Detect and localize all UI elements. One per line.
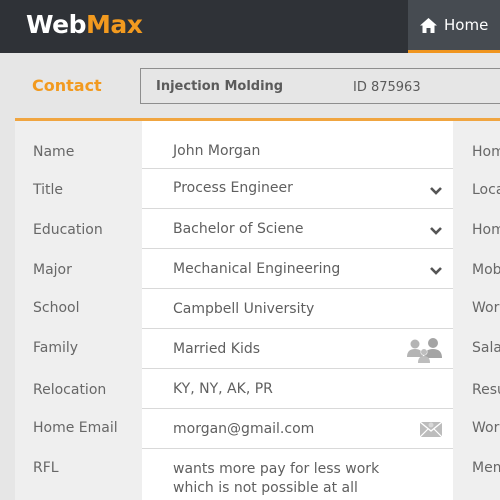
- label-name: Name: [33, 144, 75, 160]
- logo-max: Max: [86, 10, 143, 39]
- company-name: Injection Molding: [156, 79, 284, 94]
- right-label-home-2: Hom: [472, 222, 500, 238]
- logo-web: Web: [26, 10, 87, 39]
- nav-home-tab[interactable]: Home: [408, 0, 500, 53]
- label-school: School: [33, 300, 80, 316]
- row-divider: [142, 288, 453, 289]
- section-title: Contact: [32, 76, 102, 95]
- mail-icon[interactable]: [420, 420, 442, 437]
- right-label-location: Loca: [472, 182, 500, 198]
- home-email-field[interactable]: morgan@gmail.com: [173, 421, 314, 437]
- record-id: ID 875963: [353, 80, 421, 95]
- row-divider: [142, 248, 453, 249]
- right-label-resume: Resu: [472, 382, 500, 398]
- label-education: Education: [33, 222, 103, 238]
- rfl-field[interactable]: wants more pay for less work which is no…: [173, 460, 379, 498]
- row-divider: [142, 448, 453, 449]
- education-select[interactable]: Bachelor of Sciene: [173, 221, 304, 237]
- label-major: Major: [33, 262, 72, 278]
- row-divider: [142, 168, 453, 169]
- right-label-work: Wor: [472, 300, 500, 316]
- record-header-box: Injection Molding ID 875963: [140, 68, 500, 104]
- label-family: Family: [33, 340, 79, 356]
- title-select[interactable]: Process Engineer: [173, 180, 293, 196]
- chevron-down-icon[interactable]: [429, 226, 443, 236]
- family-icon[interactable]: [406, 337, 444, 363]
- rfl-line-2: which is not possible at all: [173, 480, 358, 496]
- label-rfl: RFL: [33, 460, 59, 476]
- row-divider: [142, 208, 453, 209]
- name-field[interactable]: John Morgan: [173, 143, 260, 159]
- family-field[interactable]: Married Kids: [173, 341, 260, 357]
- school-field[interactable]: Campbell University: [173, 301, 314, 317]
- right-label-work-2: Wor: [472, 420, 500, 436]
- major-select[interactable]: Mechanical Engineering: [173, 261, 340, 277]
- right-label-salary: Sala: [472, 340, 500, 356]
- label-title: Title: [33, 182, 64, 198]
- label-relocation: Relocation: [33, 382, 107, 398]
- chevron-down-icon[interactable]: [429, 266, 443, 276]
- top-bar: WebMax Home: [0, 0, 500, 53]
- row-divider: [142, 408, 453, 409]
- rfl-line-1: wants more pay for less work: [173, 461, 380, 477]
- label-home-email: Home Email: [33, 420, 118, 436]
- home-icon: [420, 17, 437, 33]
- chevron-down-icon[interactable]: [429, 186, 443, 196]
- row-divider: [142, 368, 453, 369]
- right-label-member: Mem: [472, 460, 500, 476]
- row-divider: [142, 328, 453, 329]
- logo[interactable]: WebMax: [26, 10, 143, 39]
- home-label: Home: [444, 16, 489, 34]
- relocation-field[interactable]: KY, NY, AK, PR: [173, 381, 273, 397]
- right-label-mobile: Mob: [472, 262, 500, 278]
- right-label-home: Hom: [472, 144, 500, 160]
